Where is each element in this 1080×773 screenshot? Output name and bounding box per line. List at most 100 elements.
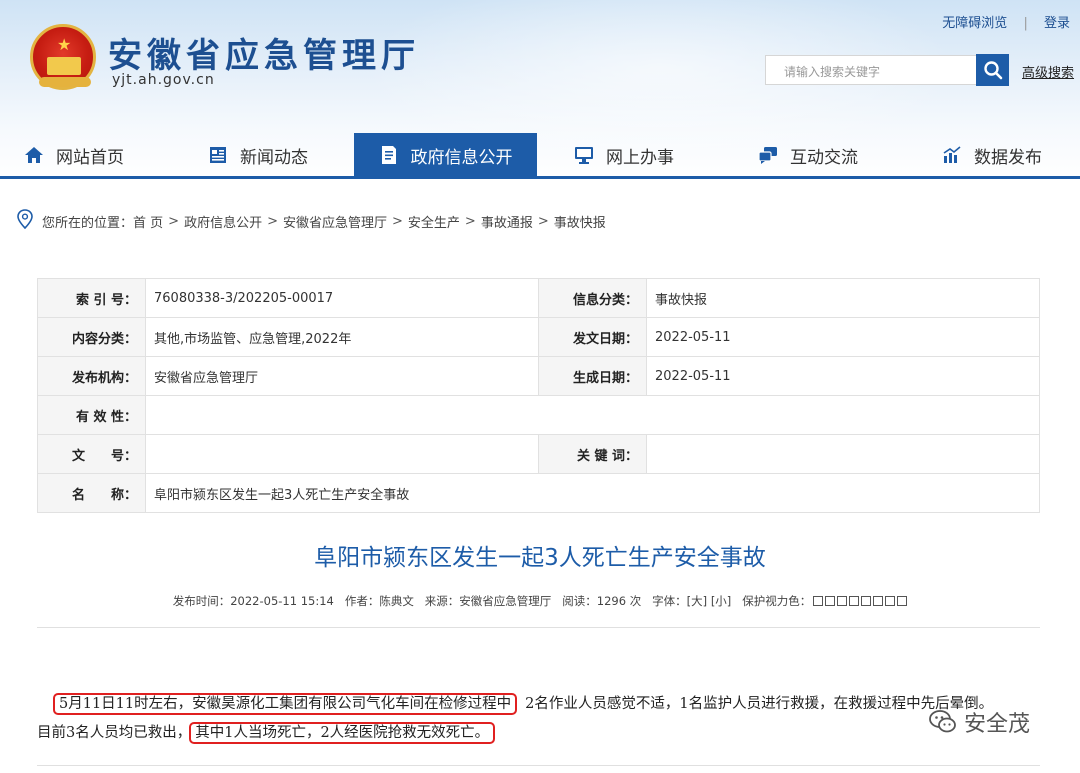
breadcrumb-item-accident-report[interactable]: 事故通报 <box>481 212 533 231</box>
breadcrumb-prefix: 您所在的位置： <box>42 215 134 231</box>
document-icon <box>379 145 399 165</box>
eye-protection-label: 保护视力色： <box>742 594 812 608</box>
validity-label: 有 效 性： <box>37 395 146 435</box>
nav-label: 互动交流 <box>790 147 858 168</box>
nav-item-interaction[interactable]: 互动交流 <box>758 133 898 177</box>
keywords-value <box>646 434 1040 474</box>
font-size-label: 字体： <box>652 594 687 608</box>
article-meta: 发布时间：2022-05-11 15:14 作者：陈典文 来源：安徽省应急管理厅… <box>0 593 1080 609</box>
search-input[interactable]: 请输入搜索关键字 <box>765 55 977 85</box>
color-swatch[interactable] <box>813 596 824 606</box>
article-paragraph-1: 5月11日11时左右，安徽昊源化工集团有限公司气化车间在检修过程中 2名作业人员感… <box>37 692 994 715</box>
views-count: 1296 次 <box>596 594 642 608</box>
index-number-label: 索 引 号： <box>37 278 146 318</box>
document-number-label: 文 号： <box>37 434 146 474</box>
color-swatch[interactable] <box>897 596 908 606</box>
search-button[interactable] <box>976 54 1009 86</box>
location-pin-icon <box>16 209 34 233</box>
nav-label: 新闻动态 <box>240 147 308 168</box>
name-label: 名 称： <box>37 473 146 513</box>
paragraph-text: 2名作业人员感觉不适，1名监护人员进行救援，在救援过程中先后晕倒。 <box>525 696 994 712</box>
info-table: 索 引 号： 76080338-3/202205-00017 信息分类： 事故快… <box>37 278 1040 513</box>
advanced-search-link[interactable]: 高级搜索 <box>1022 62 1074 81</box>
publisher-value: 安徽省应急管理厅 <box>145 356 539 396</box>
chart-icon <box>942 145 962 165</box>
color-swatch[interactable] <box>873 596 884 606</box>
font-small-button[interactable]: [小] <box>711 594 731 608</box>
font-large-button[interactable]: [大] <box>687 594 707 608</box>
breadcrumb-arrow: > <box>168 213 180 229</box>
name-value: 阜阳市颍东区发生一起3人死亡生产安全事故 <box>145 473 1040 513</box>
source-label: 来源： <box>424 594 460 608</box>
issue-date-value: 2022-05-11 <box>646 317 1040 357</box>
site-title[interactable]: 安徽省应急管理厅 <box>108 28 420 77</box>
nav-item-home[interactable]: 网站首页 <box>24 133 164 177</box>
color-swatch[interactable] <box>825 596 836 606</box>
breadcrumb-item-gov-info[interactable]: 政府信息公开 <box>184 212 262 231</box>
breadcrumb-item-home[interactable]: 首 页 <box>133 212 163 231</box>
color-swatch[interactable] <box>885 596 896 606</box>
generated-date-value: 2022-05-11 <box>646 356 1040 396</box>
table-row: 名 称： 阜阳市颍东区发生一起3人死亡生产安全事故 <box>37 473 1040 513</box>
issue-date-label: 发文日期： <box>538 317 647 357</box>
article-title: 阜阳市颍东区发生一起3人死亡生产安全事故 <box>314 545 766 571</box>
publisher-label: 发布机构： <box>37 356 146 396</box>
site-domain: yjt.ah.gov.cn <box>112 72 215 88</box>
national-emblem-icon: ★ <box>30 24 96 90</box>
content-category-value: 其他,市场监管、应急管理,2022年 <box>145 317 539 357</box>
validity-value <box>145 395 1040 435</box>
bottom-divider <box>37 765 1040 766</box>
generated-date-label: 生成日期： <box>538 356 647 396</box>
table-row: 发布机构： 安徽省应急管理厅 生成日期： 2022-05-11 <box>37 356 1040 396</box>
source: 安徽省应急管理厅 <box>459 594 552 608</box>
index-number-value: 76080338-3/202205-00017 <box>145 278 539 318</box>
nav-label: 政府信息公开 <box>410 147 513 168</box>
breadcrumb-arrow: > <box>537 213 549 229</box>
article-paragraph-2: 目前3名人员均已救出， 其中1人当场死亡，2人经医院抢救无效死亡。 <box>37 721 496 744</box>
info-category-label: 信息分类： <box>538 278 647 318</box>
breadcrumb-item-department[interactable]: 安徽省应急管理厅 <box>283 212 387 231</box>
main-nav: 网站首页 新闻动态 政府信息公开 网上办事 互动交流 数据发布 <box>0 133 1080 177</box>
table-row: 索 引 号： 76080338-3/202205-00017 信息分类： 事故快… <box>37 278 1040 318</box>
breadcrumb-arrow: > <box>392 213 403 229</box>
document-number-value <box>145 434 539 474</box>
nav-item-data-release[interactable]: 数据发布 <box>942 133 1080 177</box>
breadcrumb-item-accident-flash[interactable]: 事故快报 <box>554 212 606 231</box>
nav-label: 数据发布 <box>974 147 1042 168</box>
breadcrumb-item-safety[interactable]: 安全生产 <box>408 212 460 231</box>
nav-underline <box>0 176 1080 179</box>
nav-label: 网站首页 <box>56 147 124 168</box>
news-icon <box>208 145 228 165</box>
color-swatch[interactable] <box>837 596 848 606</box>
watermark: 安全茂 <box>928 706 1030 738</box>
publish-time: 2022-05-11 15:14 <box>230 594 334 608</box>
eye-color-swatches <box>811 594 908 608</box>
wechat-icon <box>929 710 956 733</box>
content-category-label: 内容分类： <box>37 317 146 357</box>
highlighted-text: 其中1人当场死亡，2人经医院抢救无效死亡。 <box>189 722 496 744</box>
home-icon <box>24 145 44 165</box>
table-row: 文 号： 关 键 词： <box>37 434 1040 474</box>
nav-item-gov-info[interactable]: 政府信息公开 <box>354 133 537 177</box>
author: 陈典文 <box>379 594 414 608</box>
color-swatch[interactable] <box>849 596 860 606</box>
login-link[interactable]: 登录 <box>1044 16 1070 31</box>
top-links: 无障碍浏览 | 登录 <box>936 12 1076 31</box>
watermark-text: 安全茂 <box>964 712 1031 737</box>
paragraph-text: 目前3名人员均已救出， <box>37 725 192 741</box>
breadcrumb-arrow: > <box>464 213 476 229</box>
nav-item-news[interactable]: 新闻动态 <box>208 133 348 177</box>
breadcrumb-arrow: > <box>267 213 278 229</box>
author-label: 作者： <box>344 594 380 608</box>
table-row: 内容分类： 其他,市场监管、应急管理,2022年 发文日期： 2022-05-1… <box>37 317 1040 357</box>
highlighted-text: 5月11日11时左右，安徽昊源化工集团有限公司气化车间在检修过程中 <box>52 693 518 715</box>
nav-item-online-service[interactable]: 网上办事 <box>574 133 714 177</box>
accessible-browse-link[interactable]: 无障碍浏览 <box>942 16 1007 31</box>
info-category-value: 事故快报 <box>646 278 1040 318</box>
chat-icon <box>758 145 778 165</box>
color-swatch[interactable] <box>861 596 872 606</box>
table-row: 有 效 性： <box>37 395 1040 435</box>
monitor-icon <box>574 145 594 165</box>
views-label: 阅读： <box>562 594 597 608</box>
meta-divider <box>37 627 1040 628</box>
